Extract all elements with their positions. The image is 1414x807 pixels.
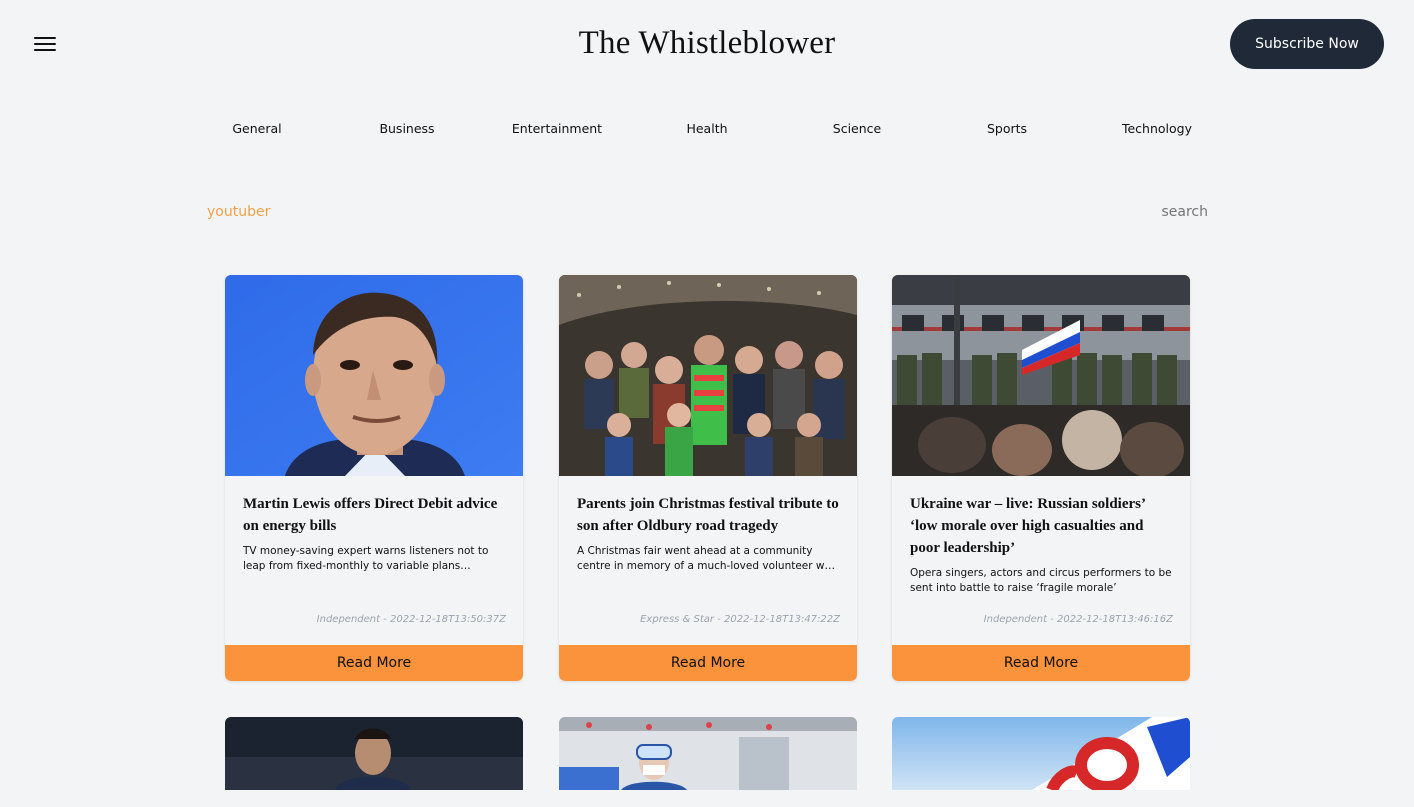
article-source-date: Independent - 2022-12-18T13:50:37Z [316, 614, 506, 625]
article-image[interactable] [559, 275, 857, 476]
search-query-label: youtuber [207, 204, 271, 220]
article-description: A Christmas fair went ahead at a communi… [577, 545, 838, 572]
category-entertainment[interactable]: Entertainment [482, 121, 632, 136]
article-card: Martin Lewis offers Direct Debit advice … [225, 275, 523, 681]
category-nav: General Business Entertainment Health Sc… [182, 121, 1232, 139]
category-general[interactable]: General [182, 121, 332, 136]
article-source-date: Independent - 2022-12-18T13:46:16Z [983, 614, 1173, 625]
article-description: Opera singers, actors and circus perform… [910, 567, 1172, 594]
article-title[interactable]: Martin Lewis offers Direct Debit advice … [243, 493, 505, 537]
article-image[interactable] [892, 717, 1190, 807]
category-business[interactable]: Business [332, 121, 482, 136]
read-more-button[interactable]: Read More [225, 645, 523, 681]
read-more-button[interactable]: Read More [559, 645, 857, 681]
article-image[interactable] [225, 717, 523, 807]
category-science[interactable]: Science [782, 121, 932, 136]
category-sports[interactable]: Sports [932, 121, 1082, 136]
article-card: Ukraine war – live: Russian soldiers’ ‘l… [892, 275, 1190, 681]
article-card: Parents join Christmas festival tribute … [559, 275, 857, 681]
article-image[interactable] [559, 717, 857, 807]
article-title[interactable]: Parents join Christmas festival tribute … [577, 493, 839, 537]
site-title: The Whistleblower [578, 25, 836, 61]
article-description: TV money-saving expert warns listeners n… [243, 545, 489, 572]
category-technology[interactable]: Technology [1082, 121, 1232, 136]
read-more-button[interactable]: Read More [892, 645, 1190, 681]
search-input[interactable] [1100, 204, 1208, 220]
subscribe-button[interactable]: Subscribe Now [1230, 19, 1384, 69]
article-source-date: Express & Star - 2022-12-18T13:47:22Z [640, 614, 840, 625]
article-title[interactable]: Ukraine war – live: Russian soldiers’ ‘l… [910, 493, 1172, 559]
article-image[interactable] [225, 275, 523, 476]
article-image[interactable] [892, 275, 1190, 476]
category-health[interactable]: Health [632, 121, 782, 136]
